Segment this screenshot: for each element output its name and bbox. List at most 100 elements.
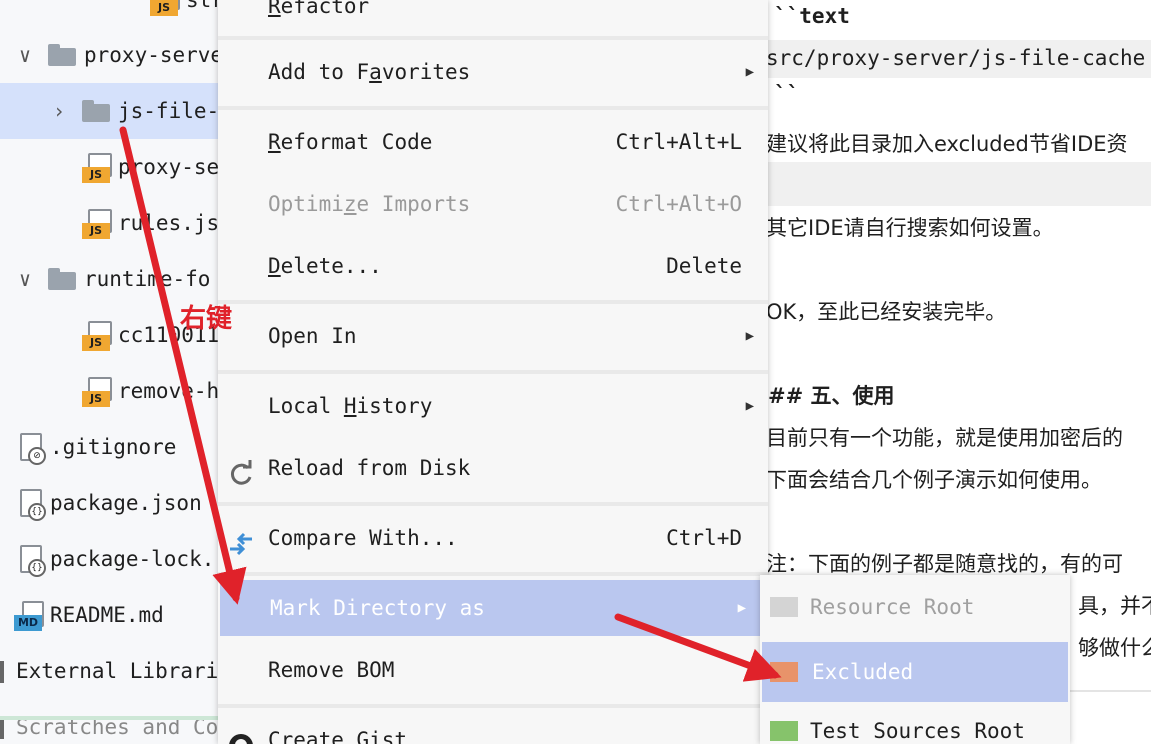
text-line: 注：下面的例子都是随意找的，有的可 bbox=[766, 552, 1123, 576]
js-file-icon: JS bbox=[82, 209, 112, 239]
tree-item[interactable]: JS str bbox=[0, 0, 230, 28]
text-line: 建议将此目录加入excluded节省IDE资 bbox=[766, 132, 1128, 156]
menu-item-refactor[interactable]: Refactor bbox=[218, 0, 768, 34]
js-file-icon: JS bbox=[82, 321, 112, 351]
folder-icon bbox=[48, 268, 76, 290]
chevron-right-icon[interactable]: › bbox=[48, 83, 70, 139]
context-menu: Refactor Add to Favorites ▶ Reformat Code Ct… bbox=[218, 0, 768, 744]
tree-item-label: package-lock. bbox=[50, 547, 215, 571]
section-heading: ## 五、使用 bbox=[768, 384, 895, 408]
text-line: OK，至此已经安装完毕。 bbox=[766, 300, 1007, 324]
menu-separator bbox=[218, 106, 768, 110]
tree-item-label: package.json bbox=[50, 491, 202, 515]
submenu-item-label: Test Sources Root bbox=[810, 719, 1025, 743]
js-file-icon: JS bbox=[150, 0, 180, 16]
menu-item-label: Reload from Disk bbox=[268, 456, 471, 480]
menu-item-mark-directory-as[interactable]: Mark Directory as ▶ bbox=[220, 580, 760, 636]
menu-item-label: Local History bbox=[268, 394, 433, 418]
menu-item-label: Remove BOM bbox=[268, 658, 395, 682]
tree-item[interactable]: › js-file- bbox=[0, 83, 230, 139]
submenu-item-excluded[interactable]: Excluded bbox=[762, 642, 1068, 702]
menu-item-label: Delete... bbox=[268, 254, 382, 278]
json-file-icon: {} bbox=[18, 489, 46, 521]
folder-icon bbox=[770, 662, 798, 682]
text-line: 其它IDE请自行搜索如何设置。 bbox=[766, 216, 1054, 240]
menu-item-open-in[interactable]: Open In ▶ bbox=[218, 308, 768, 364]
menu-item-shortcut: Ctrl+D bbox=[666, 526, 742, 550]
library-icon bbox=[0, 661, 4, 683]
folder-icon bbox=[82, 100, 110, 122]
gitignore-file-icon: ⊘ bbox=[18, 433, 46, 465]
code-fence-close: `` bbox=[774, 82, 800, 106]
code-fence-open: ``text bbox=[774, 4, 850, 28]
tree-item[interactable]: MD README.md bbox=[0, 587, 230, 643]
tree-item-label: External Librari bbox=[16, 659, 219, 683]
text-line: 下面会结合几个例子演示如何使用。 bbox=[766, 468, 1102, 492]
tree-item[interactable]: JS rules.js bbox=[0, 195, 230, 251]
github-icon bbox=[226, 726, 256, 744]
mark-directory-submenu: Resource Root Excluded Test Sources Root bbox=[760, 575, 1070, 744]
tree-item[interactable]: Scratches and Co bbox=[0, 699, 230, 744]
submenu-arrow-icon: ▶ bbox=[745, 328, 754, 344]
tree-item-label: proxy-serve bbox=[84, 43, 224, 67]
js-file-icon: JS bbox=[82, 377, 112, 407]
markdown-file-icon: MD bbox=[14, 601, 44, 631]
compare-icon bbox=[226, 524, 256, 556]
menu-item-add-to-favorites[interactable]: Add to Favorites ▶ bbox=[218, 44, 768, 100]
menu-item-reload-from-disk[interactable]: Reload from Disk bbox=[218, 440, 768, 496]
menu-separator bbox=[218, 704, 768, 708]
menu-item-shortcut: Ctrl+Alt+O bbox=[615, 192, 742, 216]
text-line: 具，并不 bbox=[1078, 594, 1151, 618]
menu-separator bbox=[218, 370, 768, 374]
reload-icon bbox=[226, 454, 256, 485]
menu-item-optimize-imports[interactable]: Optimize Imports Ctrl+Alt+O bbox=[218, 176, 768, 232]
submenu-item-label: Excluded bbox=[812, 660, 914, 684]
submenu-arrow-icon: ▶ bbox=[745, 398, 754, 414]
code-block-bg bbox=[760, 162, 1151, 206]
folder-icon bbox=[770, 597, 798, 617]
menu-item-reformat-code[interactable]: Reformat Code Ctrl+Alt+L bbox=[218, 114, 768, 170]
tree-item[interactable]: External Librari bbox=[0, 643, 230, 699]
tree-item[interactable]: ⊘ .gitignore bbox=[0, 419, 230, 475]
menu-item-delete[interactable]: Delete... Delete bbox=[218, 238, 768, 294]
text-line: 目前只有一个功能，就是使用加密后的 bbox=[766, 426, 1123, 450]
project-tree: JS str ∨ proxy-serve › js-file- JS proxy-se JS ru… bbox=[0, 0, 230, 744]
tree-item-label: remove-h bbox=[118, 379, 220, 403]
json-file-icon: {} bbox=[18, 545, 46, 577]
menu-separator bbox=[218, 572, 768, 576]
folder-icon bbox=[770, 721, 798, 741]
tree-item-label: .gitignore bbox=[50, 435, 177, 459]
tree-item-label: Scratches and Co bbox=[16, 715, 219, 739]
text-line: 够做什么 bbox=[1078, 636, 1151, 660]
menu-item-label: Optimize Imports bbox=[268, 192, 471, 216]
submenu-item-test-sources-root[interactable]: Test Sources Root bbox=[760, 701, 1070, 744]
menu-separator bbox=[218, 300, 768, 304]
scratch-icon bbox=[0, 717, 4, 739]
tree-item[interactable]: ∨ proxy-serve bbox=[0, 27, 230, 83]
menu-item-local-history[interactable]: Local History ▶ bbox=[218, 378, 768, 434]
tree-item-label: proxy-se bbox=[118, 155, 220, 179]
folder-icon bbox=[48, 44, 76, 66]
submenu-item-label: Resource Root bbox=[810, 595, 975, 619]
tree-item[interactable]: JS proxy-se bbox=[0, 139, 230, 195]
menu-separator bbox=[218, 36, 768, 40]
chevron-down-icon[interactable]: ∨ bbox=[14, 27, 36, 83]
right-click-label: 右键 bbox=[180, 304, 233, 334]
tree-item[interactable]: JS remove-h bbox=[0, 363, 230, 419]
menu-item-label: Mark Directory as bbox=[270, 596, 485, 620]
menu-item-label: Create Gist bbox=[268, 728, 408, 744]
tree-item[interactable]: {} package.json bbox=[0, 475, 230, 531]
tree-item-label: rules.js bbox=[118, 211, 220, 235]
menu-item-compare-with[interactable]: Compare With... Ctrl+D bbox=[218, 510, 768, 566]
menu-item-label: Compare With... bbox=[268, 526, 458, 550]
menu-item-label: Refactor bbox=[268, 0, 370, 18]
tree-item[interactable]: {} package-lock. bbox=[0, 531, 230, 587]
menu-item-label: Reformat Code bbox=[268, 130, 433, 154]
scratch-highlight bbox=[0, 716, 230, 720]
submenu-item-resource-root[interactable]: Resource Root bbox=[760, 577, 1070, 637]
menu-item-label: Open In bbox=[268, 324, 357, 348]
submenu-arrow-icon: ▶ bbox=[737, 600, 746, 616]
menu-item-remove-bom[interactable]: Remove BOM bbox=[218, 642, 768, 698]
chevron-down-icon[interactable]: ∨ bbox=[14, 251, 36, 307]
menu-item-create-gist[interactable]: Create Gist bbox=[218, 712, 768, 744]
